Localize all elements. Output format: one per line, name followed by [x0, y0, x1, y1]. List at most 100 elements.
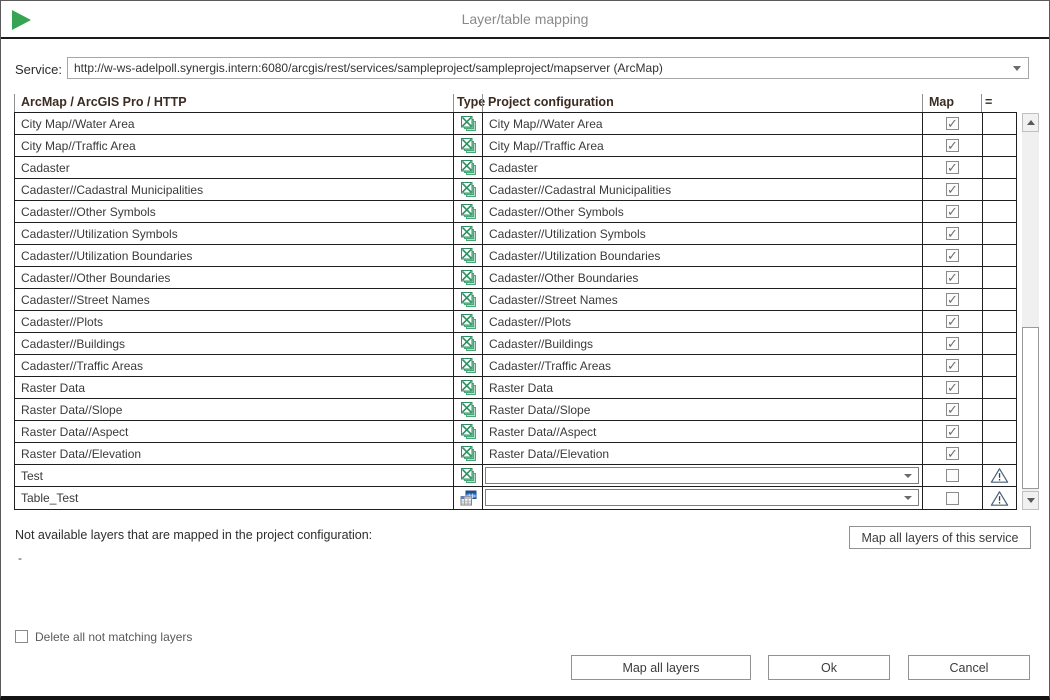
- map-cell: ✓: [923, 135, 983, 156]
- project-configuration-cell: City Map//Traffic Area: [483, 135, 923, 156]
- map-cell: [923, 465, 983, 486]
- equals-cell: [983, 179, 1016, 200]
- scrollbar-thumb[interactable]: [1022, 327, 1039, 489]
- group-layer-icon: [460, 225, 477, 242]
- layer-name-cell: Raster Data//Elevation: [15, 443, 454, 464]
- map-checkbox[interactable]: ✓: [946, 359, 959, 372]
- group-layer-icon: [460, 335, 477, 352]
- scrollbar-up-button[interactable]: [1022, 113, 1039, 132]
- layer-name-cell: Cadaster//Other Boundaries: [15, 267, 454, 288]
- equals-cell: [983, 377, 1016, 398]
- map-checkbox[interactable]: ✓: [946, 315, 959, 328]
- project-configuration-cell: Cadaster//Buildings: [483, 333, 923, 354]
- equals-cell: [983, 245, 1016, 266]
- layer-type-cell: [454, 355, 483, 376]
- group-layer-icon: [460, 159, 477, 176]
- map-checkbox[interactable]: ✓: [946, 447, 959, 460]
- column-header-name: ArcMap / ArcGIS Pro / HTTP: [21, 95, 187, 109]
- map-all-layers-of-service-button[interactable]: Map all layers of this service: [849, 526, 1031, 549]
- map-checkbox[interactable]: ✓: [946, 403, 959, 416]
- warning-icon: [990, 490, 1009, 507]
- layer-name-cell: City Map//Traffic Area: [15, 135, 454, 156]
- group-layer-icon: [460, 313, 477, 330]
- map-cell: ✓: [923, 289, 983, 310]
- table-row: Raster Data//Elevation Raster Data//Elev…: [15, 443, 1016, 465]
- map-cell: ✓: [923, 333, 983, 354]
- map-cell: ✓: [923, 113, 983, 134]
- map-checkbox[interactable]: ✓: [946, 117, 959, 130]
- vertical-scrollbar[interactable]: [1022, 113, 1039, 510]
- service-label: Service:: [15, 62, 62, 77]
- table-row: Cadaster//Plots Cadaster//Plots✓: [15, 311, 1016, 333]
- table-row: Cadaster//Utilization Symbols Cadaster//…: [15, 223, 1016, 245]
- map-checkbox[interactable]: ✓: [946, 293, 959, 306]
- delete-not-matching-label: Delete all not matching layers: [35, 630, 192, 644]
- service-dropdown[interactable]: http://w-ws-adelpoll.synergis.intern:608…: [67, 57, 1029, 79]
- ok-button[interactable]: Ok: [768, 655, 890, 680]
- layer-type-cell: [454, 289, 483, 310]
- map-checkbox[interactable]: ✓: [946, 139, 959, 152]
- layer-name-cell: Cadaster//Street Names: [15, 289, 454, 310]
- equals-cell: [983, 399, 1016, 420]
- layer-type-cell: [454, 157, 483, 178]
- group-layer-icon: [460, 401, 477, 418]
- layer-name-cell: Cadaster//Cadastral Municipalities: [15, 179, 454, 200]
- group-layer-icon: [460, 269, 477, 286]
- layer-type-cell: [454, 465, 483, 486]
- map-checkbox[interactable]: ✓: [946, 227, 959, 240]
- table-row: Table_Test: [15, 487, 1016, 509]
- column-header-equals: =: [985, 95, 992, 109]
- map-checkbox[interactable]: ✓: [946, 425, 959, 438]
- group-layer-icon: [460, 137, 477, 154]
- map-checkbox[interactable]: [946, 492, 959, 505]
- map-cell: ✓: [923, 355, 983, 376]
- table-row: City Map//Traffic Area City Map//Traffic…: [15, 135, 1016, 157]
- layer-name-cell: Raster Data: [15, 377, 454, 398]
- project-configuration-cell: Raster Data: [483, 377, 923, 398]
- map-checkbox[interactable]: [946, 469, 959, 482]
- map-checkbox[interactable]: ✓: [946, 249, 959, 262]
- project-configuration-cell: Raster Data//Slope: [483, 399, 923, 420]
- layer-name-cell: Cadaster//Traffic Areas: [15, 355, 454, 376]
- layer-mapping-table: City Map//Water Area City Map//Water Are…: [14, 112, 1017, 510]
- map-all-layers-button[interactable]: Map all layers: [571, 655, 751, 680]
- project-configuration-cell: Cadaster: [483, 157, 923, 178]
- map-checkbox[interactable]: ✓: [946, 183, 959, 196]
- cancel-button[interactable]: Cancel: [908, 655, 1030, 680]
- table-row: Cadaster//Buildings Cadaster//Buildings✓: [15, 333, 1016, 355]
- equals-cell: [983, 201, 1016, 222]
- layer-type-cell: [454, 333, 483, 354]
- layer-name-cell: Table_Test: [15, 487, 454, 509]
- layer-name-cell: Raster Data//Aspect: [15, 421, 454, 442]
- table-row: Cadaster Cadaster ✓: [15, 157, 1016, 179]
- map-checkbox[interactable]: ✓: [946, 381, 959, 394]
- project-configuration-dropdown[interactable]: [485, 467, 919, 484]
- map-checkbox[interactable]: ✓: [946, 337, 959, 350]
- project-configuration-cell: Cadaster//Street Names: [483, 289, 923, 310]
- layer-name-cell: Raster Data//Slope: [15, 399, 454, 420]
- chevron-down-icon: [904, 496, 912, 500]
- equals-cell: [983, 157, 1016, 178]
- layer-type-cell: [454, 443, 483, 464]
- map-checkbox[interactable]: ✓: [946, 161, 959, 174]
- layer-name-cell: Cadaster: [15, 157, 454, 178]
- project-configuration-cell: Cadaster//Plots: [483, 311, 923, 332]
- project-configuration-cell: Cadaster//Utilization Symbols: [483, 223, 923, 244]
- map-checkbox[interactable]: ✓: [946, 271, 959, 284]
- table-row: Cadaster//Traffic Areas Cadaster//Traffi…: [15, 355, 1016, 377]
- project-configuration-cell: Cadaster//Cadastral Municipalities: [483, 179, 923, 200]
- layer-type-cell: [454, 421, 483, 442]
- map-cell: ✓: [923, 377, 983, 398]
- project-configuration-dropdown[interactable]: [485, 489, 919, 506]
- scrollbar-down-button[interactable]: [1022, 491, 1039, 510]
- layer-type-cell: [454, 113, 483, 134]
- group-layer-icon: [460, 445, 477, 462]
- equals-cell: [983, 289, 1016, 310]
- warning-icon: [990, 467, 1009, 484]
- layer-table-mapping-dialog: Layer/table mapping Service: http://w-ws…: [0, 0, 1050, 700]
- equals-cell: [983, 421, 1016, 442]
- map-checkbox[interactable]: ✓: [946, 205, 959, 218]
- chevron-down-icon: [1013, 66, 1021, 71]
- delete-not-matching-checkbox[interactable]: [15, 630, 28, 643]
- project-configuration-cell: [483, 465, 923, 486]
